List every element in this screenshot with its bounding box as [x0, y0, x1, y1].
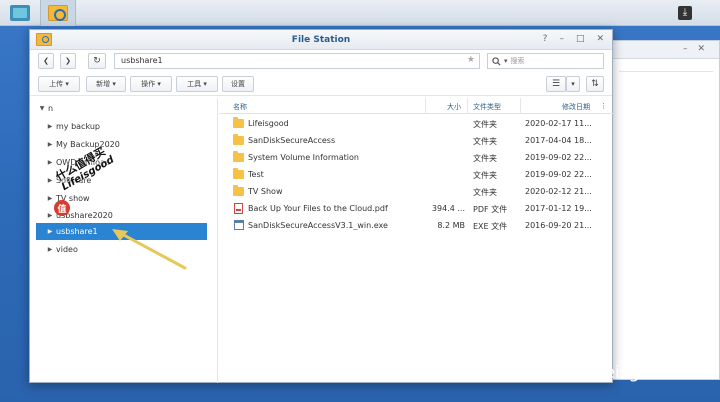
taskbar-file-station-button[interactable]	[40, 0, 76, 26]
folder-icon	[233, 117, 244, 128]
column-modified[interactable]: 修改日期	[562, 102, 590, 112]
path-field[interactable]: usbshare1 ★	[114, 53, 480, 69]
tree-item-video[interactable]: ▶ video	[36, 241, 206, 258]
collapse-arrow-icon: ▶	[47, 195, 53, 202]
search-dropdown-icon: ▾	[504, 57, 508, 65]
file-list: 名称 大小 文件类型 修改日期 ⋮ Lifeisgood 文件夹 2020-02…	[219, 98, 613, 383]
help-button[interactable]: ?	[543, 34, 548, 44]
zhihu-watermark: 知乎 @Lifeisgood	[528, 363, 672, 383]
folder-icon	[233, 151, 244, 162]
download-icon: ⤓	[678, 6, 692, 20]
collapse-arrow-icon: ▶	[47, 246, 53, 253]
background-window-titlebar: – ✕	[613, 41, 719, 59]
watermark-badge: 值	[54, 200, 70, 216]
download-button[interactable]: ⤓	[674, 2, 696, 24]
folder-icon	[233, 168, 244, 179]
minimize-button[interactable]: –	[559, 34, 564, 44]
pdf-file-icon	[234, 203, 243, 214]
search-input[interactable]: ▾ 搜索	[487, 53, 604, 69]
file-row[interactable]: SanDiskSecureAccessV3.1_win.exe 8.2 MB E…	[219, 217, 613, 234]
maximize-button[interactable]: □	[576, 34, 585, 44]
folder-tree: ▼ n ▶ my backup ▶ My Backup2020 ▶ OWDownload…	[30, 98, 218, 383]
taskbar: ⤓	[0, 0, 720, 26]
file-row[interactable]: Lifeisgood 文件夹 2020-02-17 11...	[219, 115, 613, 132]
refresh-button[interactable]: ↻	[88, 53, 106, 69]
favorite-star-icon[interactable]: ★	[467, 55, 475, 65]
folder-icon	[233, 134, 244, 145]
file-row[interactable]: SanDiskSecureAccess 文件夹 2017-04-04 18...	[219, 132, 613, 149]
file-list-header: 名称 大小 文件类型 修改日期 ⋮	[219, 98, 613, 114]
column-size[interactable]: 大小	[447, 102, 461, 112]
collapse-arrow-icon: ▶	[47, 212, 53, 219]
file-station-icon	[48, 5, 68, 21]
close-button[interactable]: ✕	[596, 34, 604, 44]
folder-icon	[233, 185, 244, 196]
file-row[interactable]: System Volume Information 文件夹 2019-09-02…	[219, 149, 613, 166]
forward-button[interactable]: ❯	[60, 53, 76, 69]
file-station-window: File Station ? – □ ✕ ❮ ❯ ↻ usbshare1 ★ ▾…	[29, 29, 613, 383]
background-window: – ✕	[612, 40, 720, 380]
path-text: usbshare1	[121, 56, 163, 65]
column-options-icon[interactable]: ⋮	[600, 102, 607, 110]
window-title: File Station	[291, 35, 351, 45]
window-titlebar[interactable]: File Station ? – □ ✕	[30, 30, 612, 50]
file-row[interactable]: Test 文件夹 2019-09-02 22...	[219, 166, 613, 183]
collapse-arrow-icon: ▶	[47, 228, 53, 235]
expand-arrow-icon: ▼	[39, 105, 45, 112]
apps-icon	[10, 5, 30, 21]
column-name[interactable]: 名称	[233, 102, 247, 112]
main-menu-button[interactable]	[2, 0, 38, 26]
search-icon	[492, 56, 501, 66]
collapse-arrow-icon: ▶	[47, 177, 53, 184]
tree-item-usbshare1[interactable]: ▶ usbshare1	[36, 223, 207, 240]
search-placeholder: 搜索	[510, 57, 525, 65]
file-row[interactable]: Back Up Your Files to the Cloud.pdf 394.…	[219, 200, 613, 217]
tree-root[interactable]: ▼ n	[36, 100, 206, 117]
collapse-arrow-icon: ▶	[47, 123, 53, 130]
column-type[interactable]: 文件类型	[473, 102, 501, 112]
tree-item-my-backup2020[interactable]: ▶ My Backup2020	[36, 136, 206, 153]
collapse-arrow-icon: ▶	[47, 159, 53, 166]
file-row[interactable]: TV Show 文件夹 2020-02-12 21...	[219, 183, 613, 200]
tree-item-my-backup[interactable]: ▶ my backup	[36, 118, 206, 135]
back-button[interactable]: ❮	[38, 53, 54, 69]
exe-file-icon	[234, 220, 244, 230]
collapse-arrow-icon: ▶	[47, 141, 53, 148]
